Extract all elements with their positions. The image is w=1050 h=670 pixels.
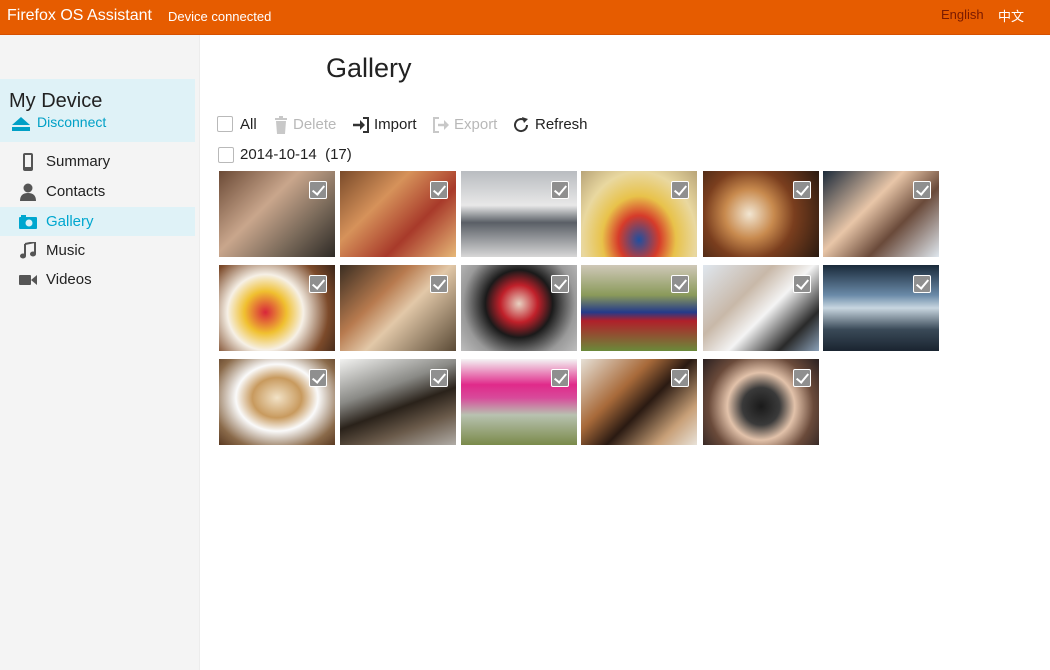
checkbox[interactable]	[217, 116, 233, 132]
app-header: Firefox OS Assistant Device connected En…	[0, 0, 1050, 35]
sidebar-item-label: Contacts	[46, 183, 106, 200]
date-group-label: 2014-10-14 (17)	[240, 146, 352, 163]
selected-check-icon[interactable]	[309, 275, 327, 293]
selected-check-icon[interactable]	[793, 275, 811, 293]
photo-thumbnail[interactable]	[823, 171, 939, 257]
sidebar-item-contacts[interactable]: Contacts	[0, 177, 195, 206]
person-icon	[20, 183, 36, 201]
photo-thumbnail[interactable]	[581, 359, 697, 445]
selected-check-icon[interactable]	[671, 181, 689, 199]
photo-thumbnail[interactable]	[340, 171, 456, 257]
selected-check-icon[interactable]	[430, 275, 448, 293]
date-group-checkbox[interactable]	[218, 147, 234, 163]
selected-check-icon[interactable]	[671, 369, 689, 387]
eject-icon	[12, 117, 30, 131]
photo-thumbnail[interactable]	[581, 265, 697, 351]
disconnect-label: Disconnect	[37, 114, 107, 130]
connection-status: Device connected	[168, 9, 272, 24]
photo-thumbnail[interactable]	[823, 265, 939, 351]
sidebar-item-label: Summary	[46, 153, 111, 170]
photo-thumbnail[interactable]	[703, 265, 819, 351]
import-label: Import	[374, 116, 417, 133]
camera-icon	[19, 215, 37, 229]
selected-check-icon[interactable]	[671, 275, 689, 293]
photo-thumbnail[interactable]	[703, 171, 819, 257]
photo-thumbnail[interactable]	[340, 359, 456, 445]
sidebar-item-label: Music	[46, 242, 86, 259]
sidebar-item-gallery[interactable]: Gallery	[0, 207, 195, 236]
sidebar-item-label: Videos	[46, 271, 92, 288]
photo-thumbnail[interactable]	[340, 265, 456, 351]
selected-check-icon[interactable]	[309, 369, 327, 387]
select-all-label: All	[240, 116, 257, 133]
device-panel: My Device Disconnect	[0, 79, 195, 142]
app-title: Firefox OS Assistant	[7, 7, 152, 24]
refresh-icon	[514, 117, 529, 133]
phone-icon	[23, 153, 33, 171]
import-icon	[353, 117, 369, 133]
photo-thumbnail[interactable]	[581, 171, 697, 257]
photo-thumbnail[interactable]	[461, 359, 577, 445]
selected-check-icon[interactable]	[793, 181, 811, 199]
refresh-label: Refresh	[535, 116, 588, 133]
photo-thumbnail[interactable]	[219, 171, 335, 257]
selected-check-icon[interactable]	[430, 369, 448, 387]
delete-label: Delete	[293, 116, 337, 133]
sidebar-item-music[interactable]: Music	[0, 236, 195, 265]
photo-thumbnail[interactable]	[461, 265, 577, 351]
device-title: My Device	[9, 90, 103, 112]
page-title: Gallery	[326, 53, 412, 83]
selected-check-icon[interactable]	[430, 181, 448, 199]
selected-check-icon[interactable]	[793, 369, 811, 387]
sidebar-item-label: Gallery	[46, 213, 94, 230]
selected-check-icon[interactable]	[551, 181, 569, 199]
video-camera-icon	[19, 275, 37, 285]
language-english-link[interactable]: English	[941, 7, 984, 22]
sidebar-item-videos[interactable]: Videos	[0, 265, 195, 294]
sidebar-item-summary[interactable]: Summary	[0, 147, 195, 176]
photo-thumbnail[interactable]	[219, 265, 335, 351]
selected-check-icon[interactable]	[913, 275, 931, 293]
photo-thumbnail[interactable]	[461, 171, 577, 257]
photo-thumbnail[interactable]	[219, 359, 335, 445]
selected-check-icon[interactable]	[913, 181, 931, 199]
photo-thumbnail[interactable]	[703, 359, 819, 445]
trash-icon	[275, 116, 287, 134]
language-chinese-link[interactable]: 中文	[998, 6, 1024, 25]
sidebar: My Device Disconnect Summary Contacts Ga	[0, 35, 200, 670]
selected-check-icon[interactable]	[309, 181, 327, 199]
export-label: Export	[454, 116, 498, 133]
export-icon	[433, 117, 449, 133]
selected-check-icon[interactable]	[551, 369, 569, 387]
music-note-icon	[20, 242, 36, 259]
selected-check-icon[interactable]	[551, 275, 569, 293]
